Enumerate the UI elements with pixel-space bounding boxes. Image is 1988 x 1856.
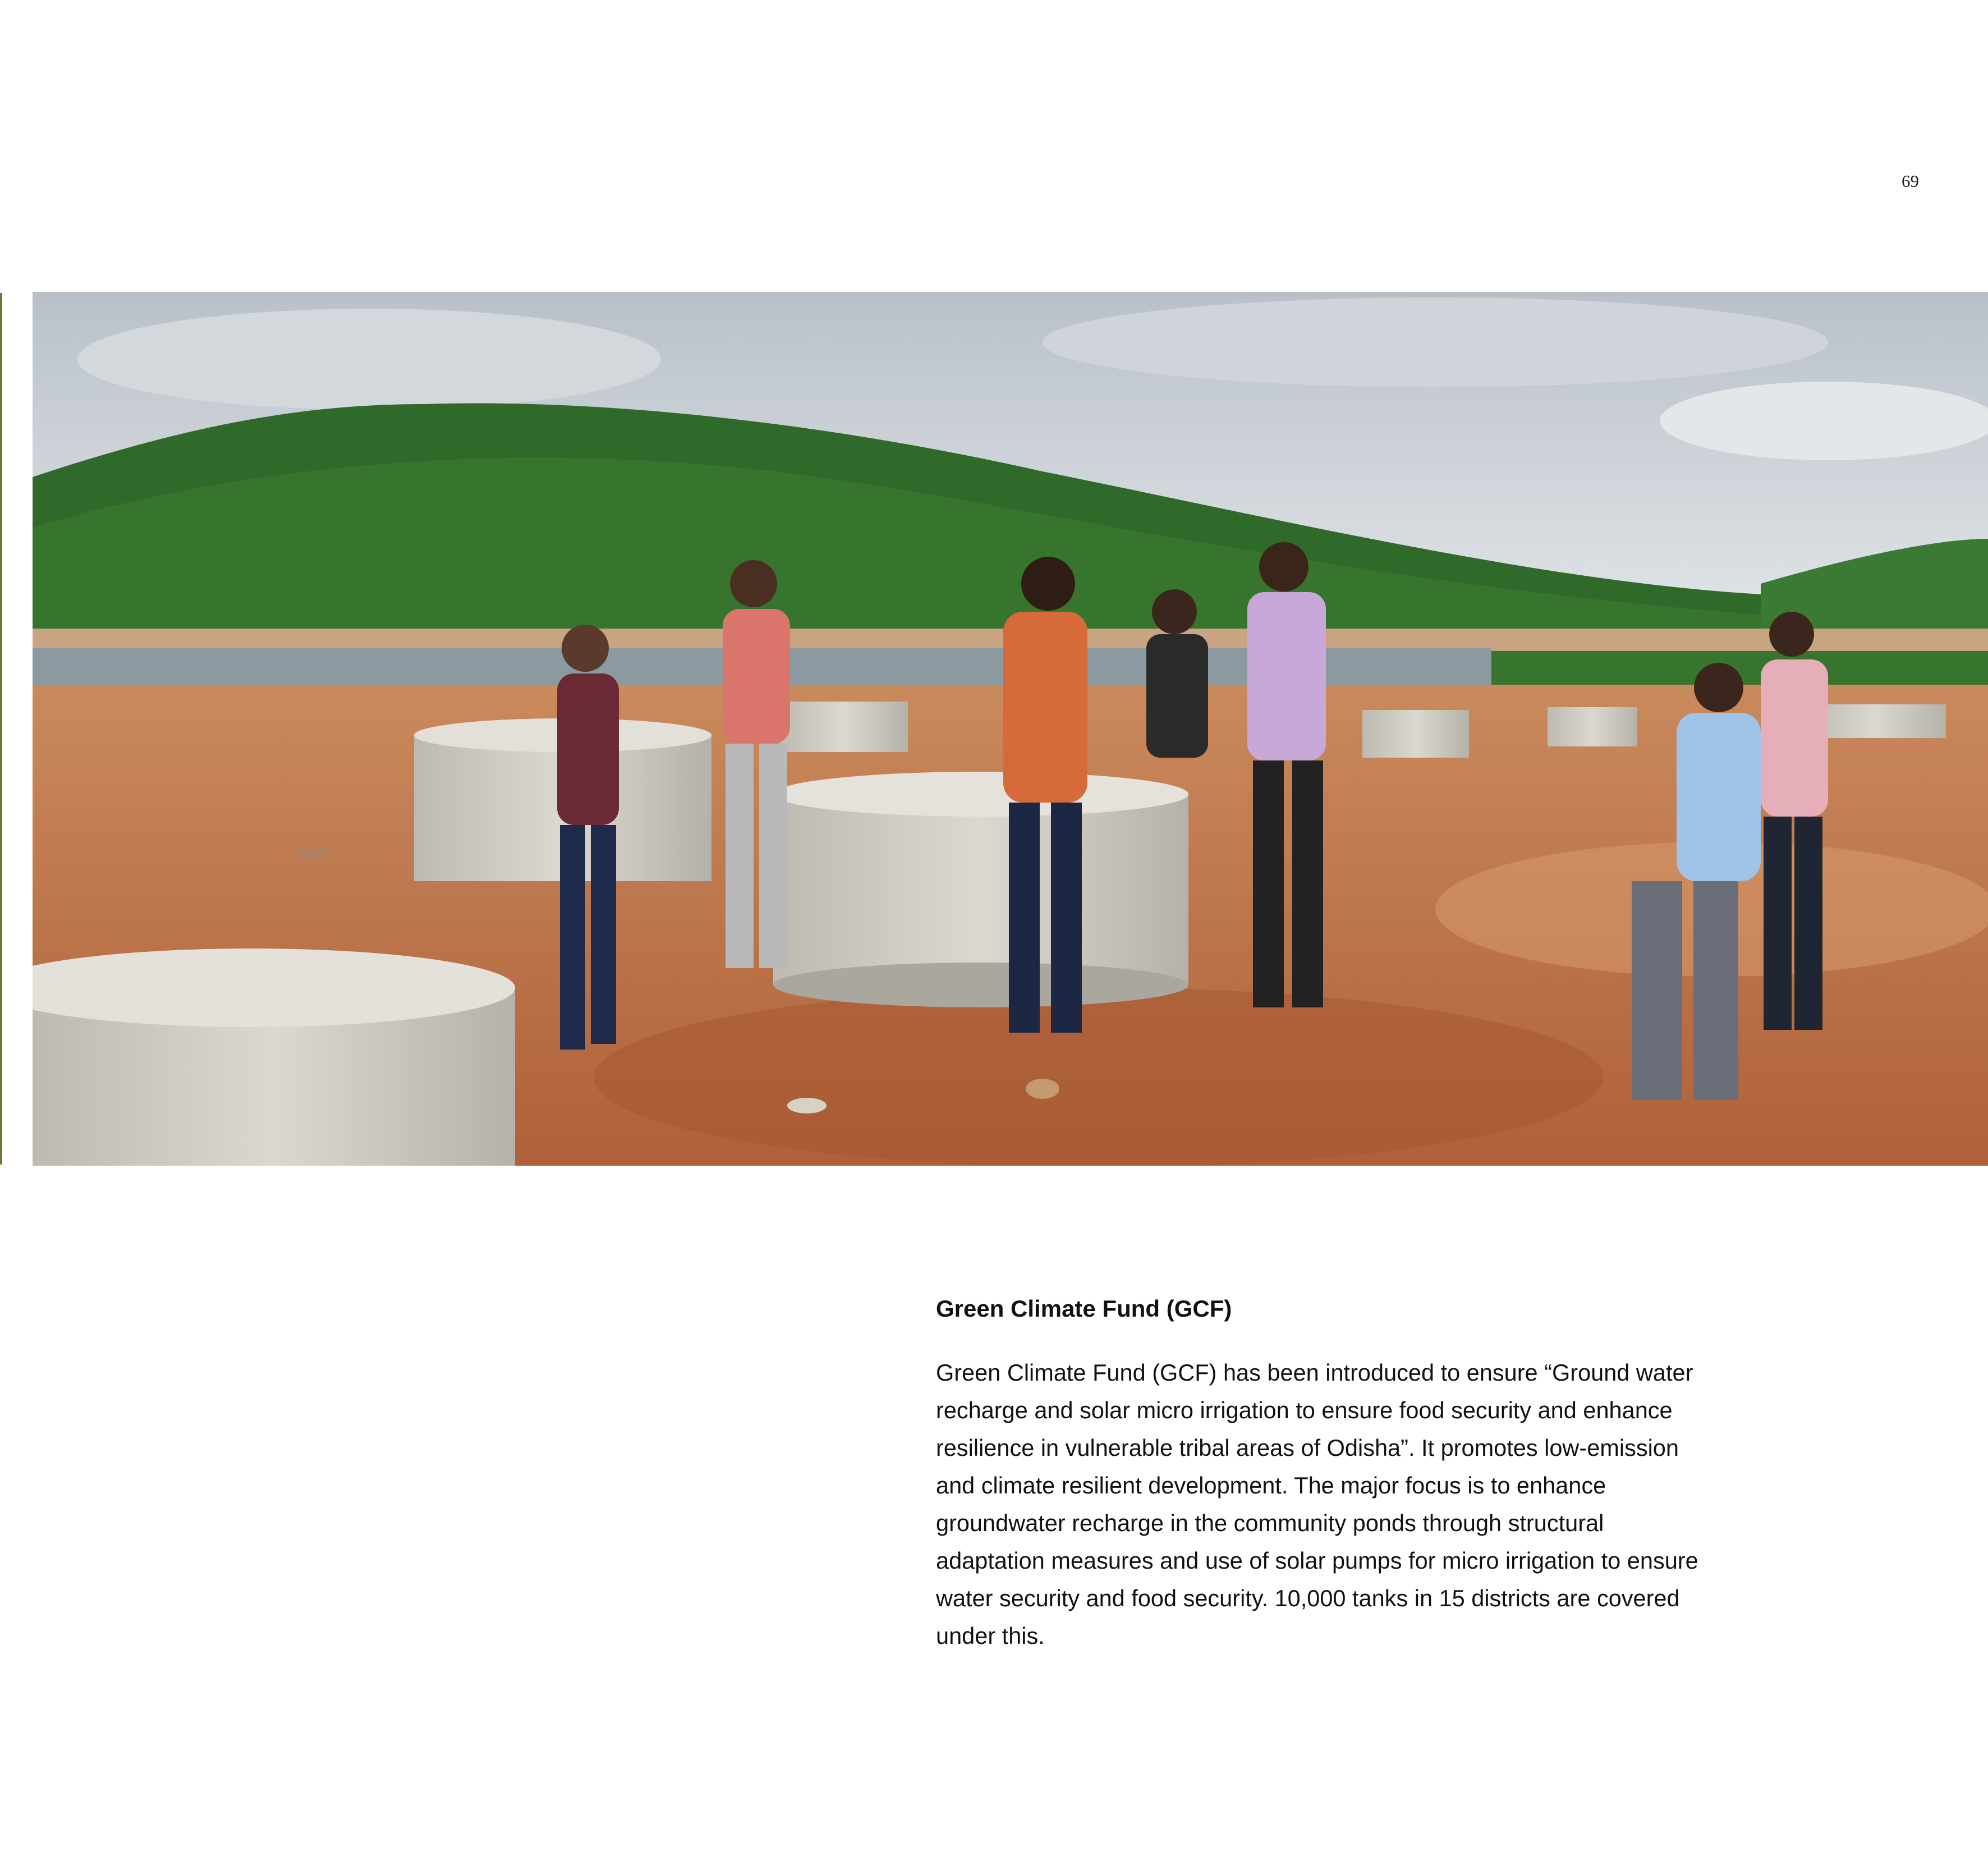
person xyxy=(1761,612,1828,1030)
stone xyxy=(787,1098,827,1113)
stone xyxy=(1026,1079,1059,1099)
page-number: 69 xyxy=(1902,171,1919,191)
field-inspection-photo xyxy=(33,292,1988,1166)
concrete-tank xyxy=(1362,710,1469,758)
section-body-text: Green Climate Fund (GCF) has been introd… xyxy=(936,1359,1698,1649)
left-edge-strip xyxy=(0,293,2,1165)
concrete-tank xyxy=(779,702,908,752)
photo-illustration xyxy=(33,292,1988,1166)
cloud xyxy=(1660,382,1988,460)
cloud xyxy=(1043,297,1828,387)
concrete-tank xyxy=(1548,707,1637,746)
stone xyxy=(296,846,330,860)
cloud xyxy=(77,309,661,410)
tank-top xyxy=(773,772,1188,817)
soil-mound xyxy=(594,988,1604,1166)
tank-base xyxy=(773,963,1188,1007)
section-heading: Green Climate Fund (GCF) xyxy=(936,1295,1232,1322)
concrete-tank xyxy=(773,794,1188,985)
